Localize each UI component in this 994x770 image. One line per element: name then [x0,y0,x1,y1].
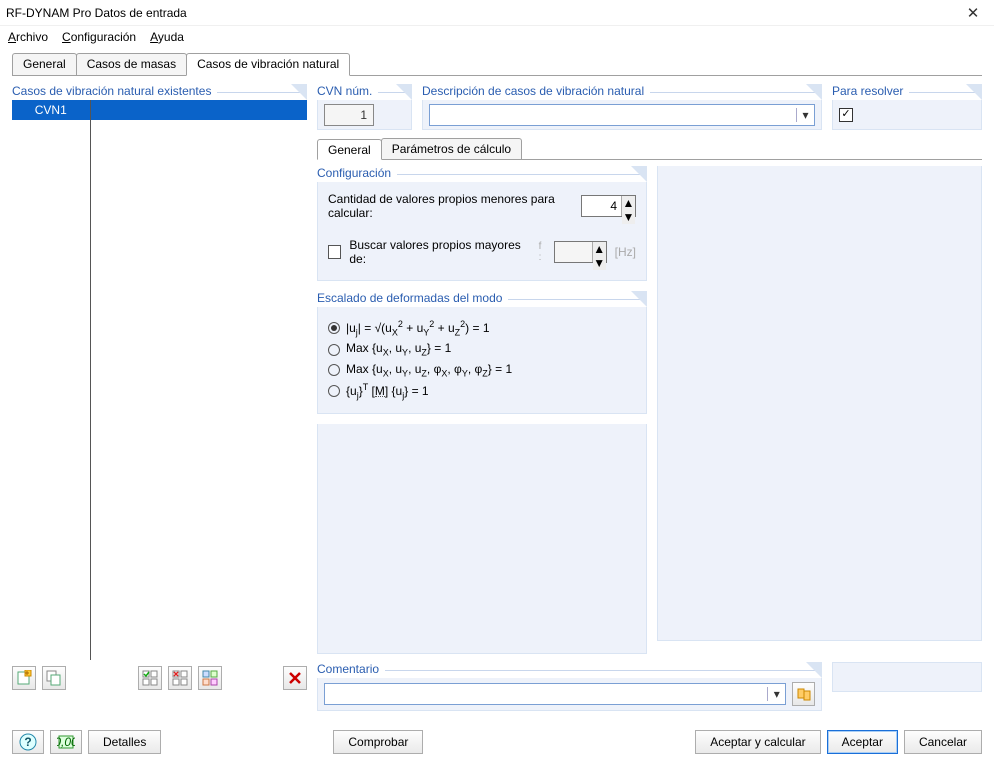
details-button[interactable]: Detalles [88,730,161,754]
titlebar: RF-DYNAM Pro Datos de entrada ✕ [0,0,994,26]
radio-icon[interactable] [328,322,340,334]
radio-icon[interactable] [328,344,340,356]
search-greater-checkbox[interactable] [328,245,341,259]
config-header: Configuración [317,166,397,180]
deselect-button[interactable] [168,666,192,690]
empty-panel-right [657,166,982,641]
solve-label: Para resolver [832,84,909,98]
empty-panel-left [317,424,647,654]
chevron-down-icon[interactable]: ▾ [796,108,814,122]
left-header: Casos de vibración natural existentes [12,84,217,98]
color-panel [832,662,982,692]
freq-suffix: f : [539,241,547,263]
copy-case-button[interactable] [42,666,66,690]
units-button[interactable]: 0,00 [50,730,82,754]
subtab-general[interactable]: General [317,139,382,160]
ok-calc-button[interactable]: Aceptar y calcular [695,730,820,754]
menu-config[interactable]: Configuración [62,30,136,44]
tab-general[interactable]: General [12,53,77,75]
radio-norm[interactable]: |uj| = √(uX2 + uY2 + uZ2) = 1 [328,319,636,337]
comment-pick-button[interactable] [792,682,815,706]
help-button[interactable]: ? [12,730,44,754]
desc-label: Descripción de casos de vibración natura… [422,84,650,98]
case-list[interactable]: CVN1 [12,100,307,660]
close-icon[interactable]: ✕ [958,4,988,22]
spinner-up-icon[interactable]: ▲ [622,196,635,210]
hz-unit: [Hz] [615,245,636,259]
search-greater-label: Buscar valores propios mayores de: [349,238,530,266]
radio-icon[interactable] [328,385,340,397]
spinner-down-icon[interactable]: ▼ [622,210,635,224]
main-tabs: General Casos de masas Casos de vibració… [12,52,982,76]
cvn-number[interactable]: 1 [324,104,374,126]
cancel-button[interactable]: Cancelar [904,730,982,754]
radio-maxu-label: Max {uX, uY, uZ} = 1 [346,341,451,357]
list-item-desc[interactable] [90,100,307,120]
eigen-count-spinner[interactable]: 4 ▲▼ [581,195,636,217]
radio-maxall-label: Max {uX, uY, uZ, φX, φY, φZ} = 1 [346,362,512,378]
menu-file[interactable]: Archivo [8,30,48,44]
eigen-count-label: Cantidad de valores propios menores para… [328,192,573,220]
arrange-button[interactable] [198,666,222,690]
radio-mass-label: {uj}T [M] {uj} = 1 [346,382,429,400]
tab-mass-cases[interactable]: Casos de masas [76,53,187,75]
svg-text:0,00: 0,00 [57,735,75,749]
delete-case-button[interactable] [283,666,307,690]
scaling-header: Escalado de deformadas del modo [317,291,508,305]
list-item-id[interactable]: CVN1 [12,100,90,120]
solve-checkbox[interactable]: ✓ [839,108,853,122]
radio-icon[interactable] [328,364,340,376]
comment-header: Comentario [317,662,385,676]
svg-text:?: ? [24,735,31,749]
sub-tabs: General Parámetros de cálculo [317,138,982,160]
select-all-button[interactable] [138,666,162,690]
new-case-button[interactable] [12,666,36,690]
ok-button[interactable]: Aceptar [827,730,898,754]
radio-norm-label: |uj| = √(uX2 + uY2 + uZ2) = 1 [346,319,490,337]
check-button[interactable]: Comprobar [333,730,423,754]
window-title: RF-DYNAM Pro Datos de entrada [6,6,958,20]
menu-help[interactable]: Ayuda [150,30,184,44]
tab-nvc[interactable]: Casos de vibración natural [186,53,350,76]
left-toolbar [12,666,307,690]
radio-maxall[interactable]: Max {uX, uY, uZ, φX, φY, φZ} = 1 [328,362,636,378]
menubar: Archivo Configuración Ayuda [0,26,994,50]
radio-maxu[interactable]: Max {uX, uY, uZ} = 1 [328,341,636,357]
chevron-down-icon[interactable]: ▾ [767,687,785,701]
radio-mass[interactable]: {uj}T [M] {uj} = 1 [328,382,636,400]
subtab-calc[interactable]: Parámetros de cálculo [381,138,522,159]
footer: ? 0,00 Detalles Comprobar Aceptar y calc… [12,730,982,754]
comment-combo[interactable]: ▾ [324,683,786,705]
list-item: CVN1 [12,100,307,120]
search-greater-spinner: ▲▼ [554,241,606,263]
desc-combo[interactable]: ▾ [429,104,815,126]
cvn-label: CVN núm. [317,84,378,98]
eigen-count-value[interactable]: 4 [582,196,621,216]
search-greater-value [555,242,591,262]
